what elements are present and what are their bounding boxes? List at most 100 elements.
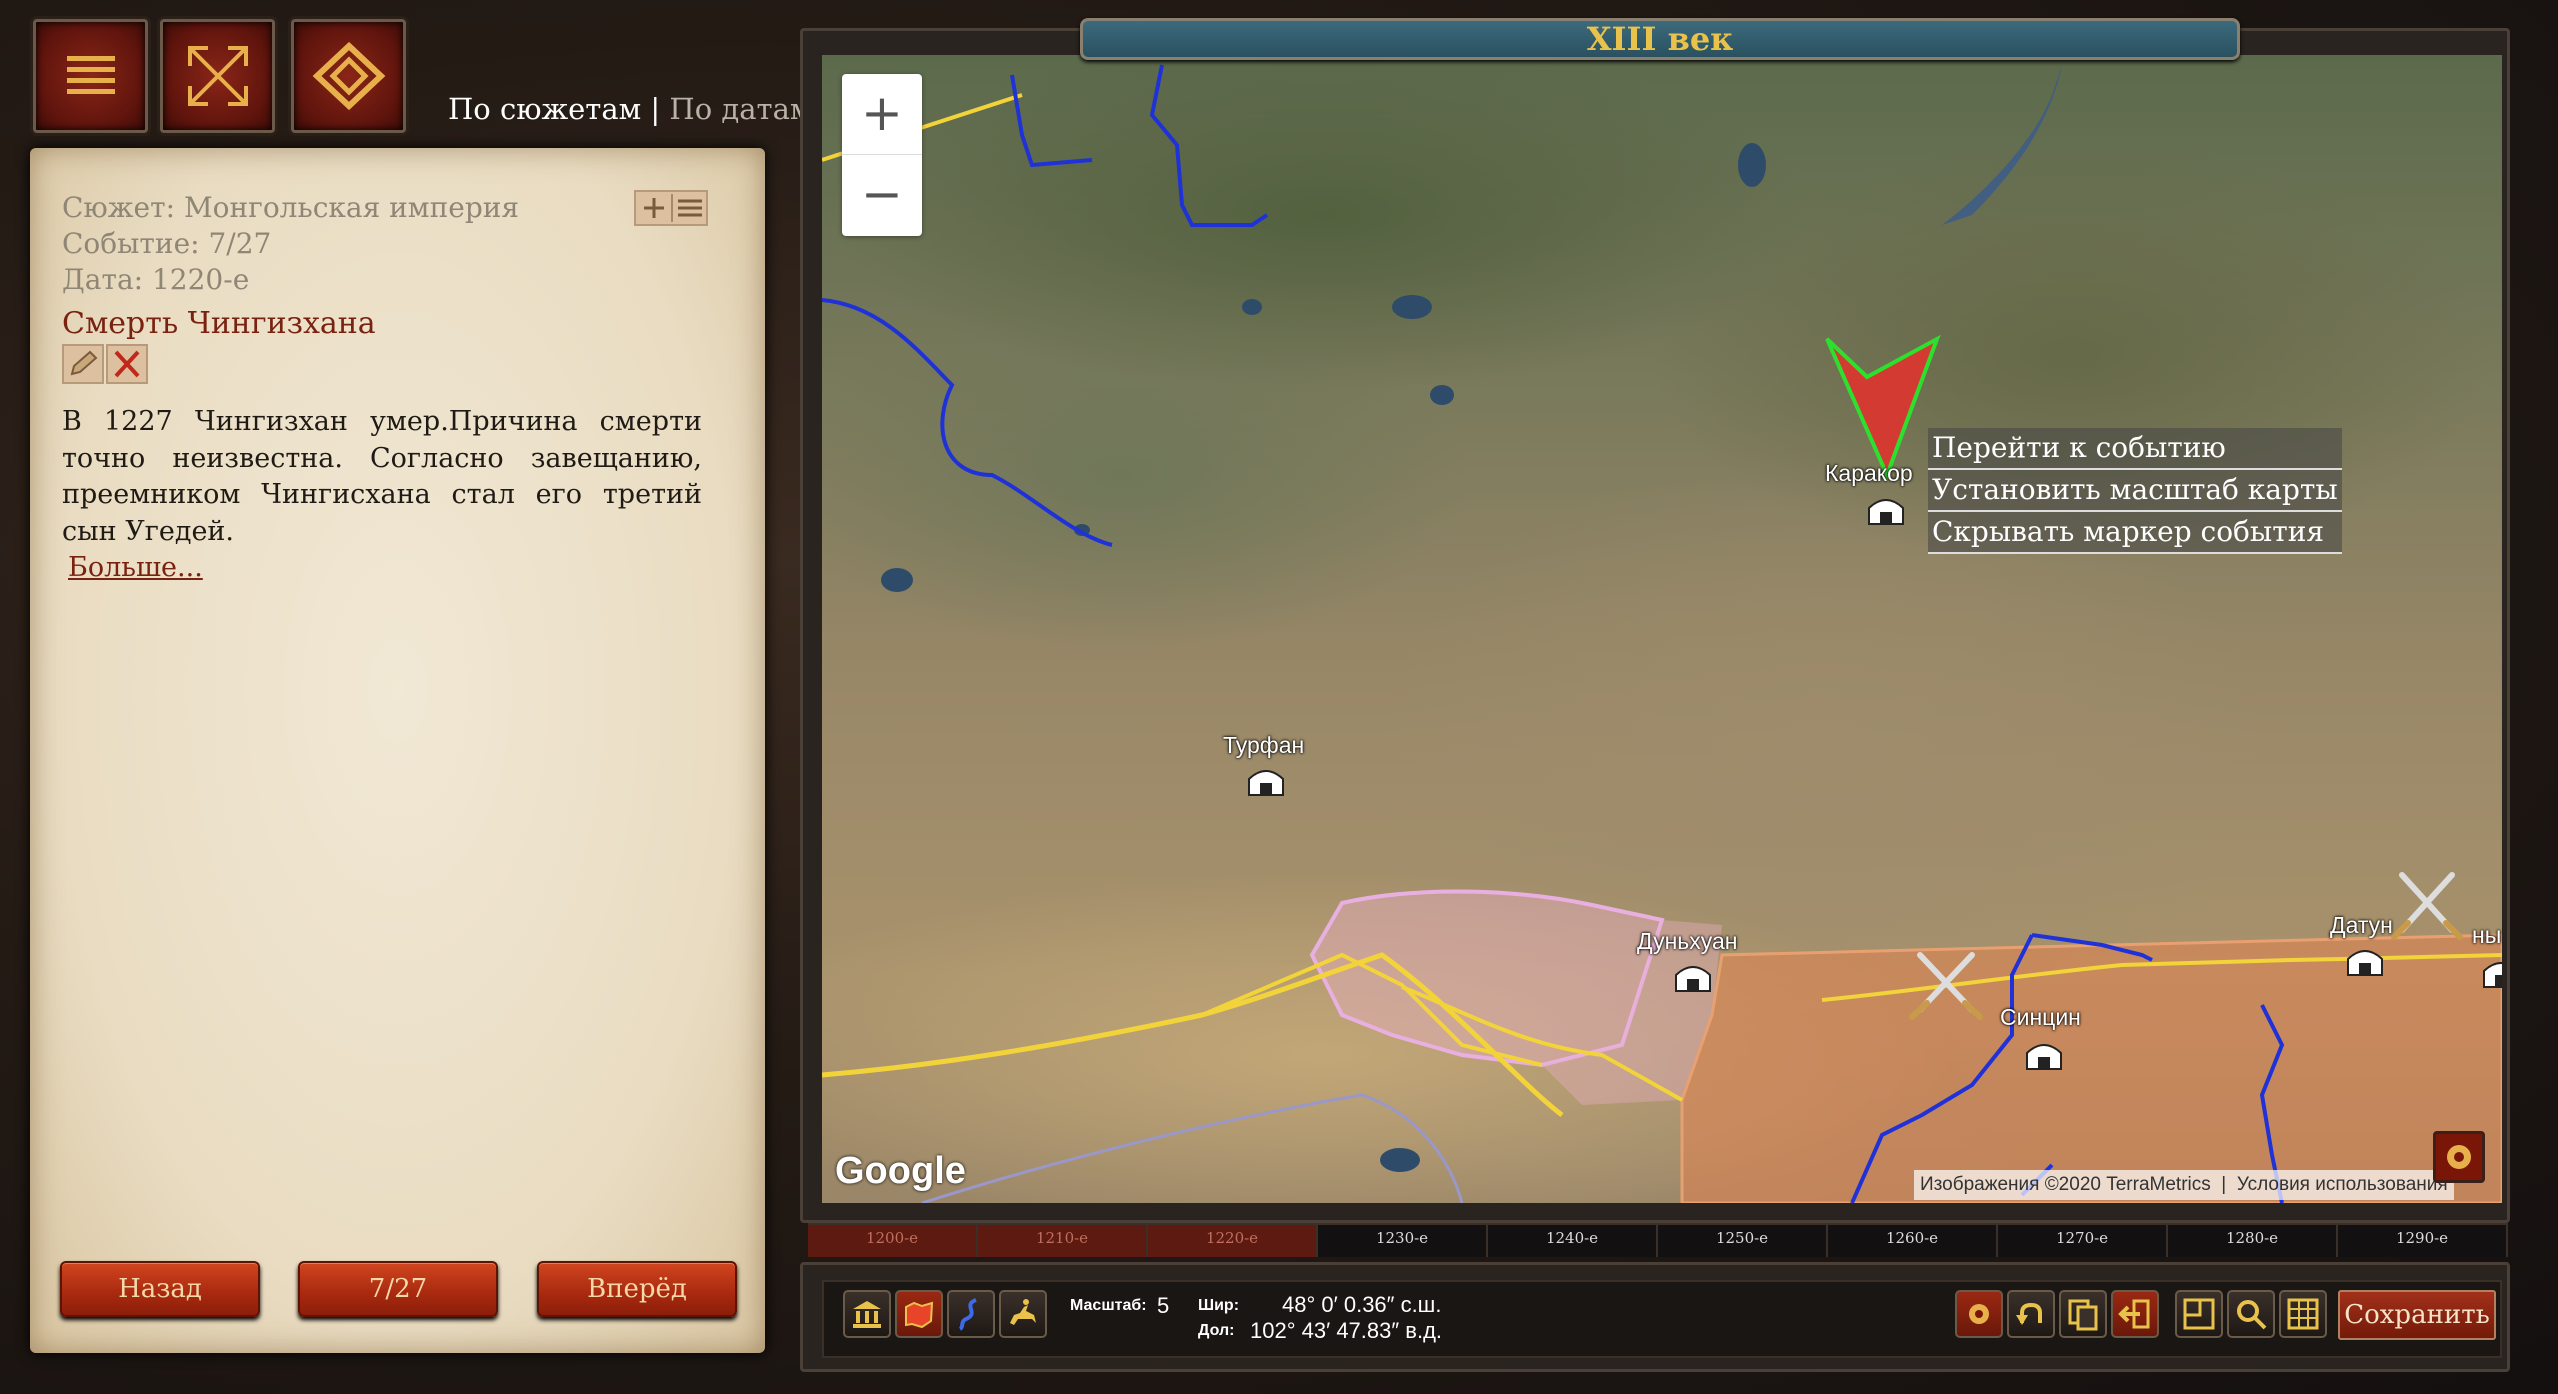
century-header: XIII век	[1080, 18, 2240, 60]
latitude-value: 48° 0′ 0.36″ с.ш.	[1282, 1292, 1442, 1317]
undo-arrow-icon	[2016, 1302, 2042, 1325]
attribution-imagery: Изображения ©2020 TerraMetrics	[1920, 1174, 2211, 1195]
timeline-decade[interactable]: 1250-е	[1658, 1225, 1828, 1257]
timeline-decade[interactable]: 1210-е	[978, 1225, 1148, 1257]
google-logo: Google	[835, 1150, 966, 1192]
grid-button[interactable]	[2279, 1290, 2327, 1338]
map-shape-icon	[905, 1301, 934, 1329]
timeline-decade[interactable]: 1230-е	[1318, 1225, 1488, 1257]
exit-arrow-icon	[2118, 1299, 2150, 1329]
border-blue	[822, 298, 1113, 547]
event-description-text: В 1227 Чингизхан умер.Причина смерти точ…	[62, 406, 702, 547]
timeline-decade[interactable]: 1280-е	[2168, 1225, 2338, 1257]
lake-baikal	[1942, 65, 2062, 225]
plot-label: Сюжет: Монгольская империя	[62, 191, 520, 224]
zoom-in-button[interactable]: +	[842, 74, 922, 155]
menu-item-hide-marker[interactable]: Скрывать маркер события	[1928, 512, 2342, 554]
yurt-icon[interactable]	[2482, 955, 2502, 989]
longitude-label: Дол:	[1198, 1322, 1235, 1339]
map-canvas[interactable]: Каракор Турфан Дуньхуан Синцин Датун ны	[822, 55, 2502, 1203]
exit-button[interactable]	[2111, 1290, 2159, 1338]
longitude-value: 102° 43′ 47.83″ в.д.	[1250, 1318, 1443, 1343]
yurt-icon[interactable]	[1674, 959, 1712, 993]
latitude-label: Шир:	[1198, 1297, 1240, 1314]
save-button[interactable]: Сохранить	[2338, 1290, 2496, 1340]
layout-button[interactable]	[2175, 1290, 2223, 1338]
yurt-icon[interactable]	[2025, 1037, 2063, 1071]
emblem-button[interactable]	[291, 19, 406, 133]
zoom-control: + −	[842, 74, 922, 236]
menu-item-set-map-scale[interactable]: Установить масштаб карты	[1928, 470, 2342, 512]
map-overlays	[822, 64, 2502, 1203]
yurt-icon[interactable]	[2346, 943, 2384, 977]
search-button[interactable]	[2227, 1290, 2275, 1338]
battle-icon	[2391, 872, 2463, 940]
menu-item-go-to-event[interactable]: Перейти к событию	[1928, 428, 2342, 470]
city-turfan[interactable]: Турфан	[1223, 732, 1304, 759]
city-dunhuang[interactable]: Дуньхуан	[1637, 928, 1738, 955]
event-title: Смерть Чингизхана	[62, 306, 376, 341]
city-xining[interactable]: Синцин	[2000, 1004, 2081, 1031]
terms-link[interactable]: Условия использования	[2237, 1174, 2448, 1195]
expand-arrows-icon	[187, 46, 248, 106]
lake	[1392, 295, 1432, 319]
lake	[1738, 143, 1766, 187]
plus-list-icon	[644, 194, 702, 222]
mode-separator: |	[650, 92, 661, 126]
city-partial[interactable]: ны	[2472, 922, 2501, 949]
search-icon	[2237, 1300, 2267, 1330]
horseman-icon	[1010, 1299, 1036, 1325]
add-list-button[interactable]	[634, 190, 708, 226]
city-karakorum[interactable]: Каракор	[1825, 460, 1913, 487]
lake	[881, 568, 913, 592]
city-datong[interactable]: Датун	[2330, 912, 2393, 939]
target-button[interactable]	[1955, 1290, 2003, 1338]
target-icon	[1969, 1304, 1989, 1324]
context-menu: Перейти к событию Установить масштаб кар…	[1928, 428, 2342, 554]
menu-button[interactable]	[33, 19, 148, 133]
mode-by-date[interactable]: По датам	[669, 92, 812, 126]
layer-countries-button[interactable]	[895, 1290, 943, 1338]
edit-button[interactable]	[62, 344, 104, 384]
diamond-eye-icon	[312, 41, 385, 111]
scale-value: 5	[1157, 1293, 1170, 1318]
undo-button[interactable]	[2007, 1290, 2055, 1338]
mode-switch: По сюжетам | По датам	[448, 92, 812, 126]
timeline-decade[interactable]: 1270-е	[1998, 1225, 2168, 1257]
mode-by-plot[interactable]: По сюжетам	[448, 92, 641, 126]
fullscreen-button[interactable]	[160, 19, 275, 133]
event-marker	[1825, 334, 1941, 481]
event-counter-button[interactable]: 7/27	[298, 1261, 498, 1317]
copy-button[interactable]	[2059, 1290, 2107, 1338]
timeline-decade[interactable]: 1260-е	[1828, 1225, 1998, 1257]
temple-icon	[853, 1301, 881, 1328]
yurt-icon[interactable]	[1247, 763, 1285, 797]
pencil-icon	[70, 350, 98, 376]
more-link[interactable]: Больше...	[68, 552, 203, 583]
hamburger-icon	[66, 56, 115, 94]
timeline-decade[interactable]: 1200-е	[808, 1225, 978, 1257]
forward-button[interactable]: Вперёд	[537, 1261, 737, 1317]
map-attribution: Изображения ©2020 TerraMetrics | Условия…	[1914, 1170, 2454, 1200]
back-button[interactable]: Назад	[60, 1261, 260, 1317]
delete-button[interactable]	[106, 344, 148, 384]
target-icon	[2447, 1145, 2471, 1169]
event-index: Событие: 7/27	[62, 227, 272, 260]
border-violet	[921, 1093, 1464, 1203]
layer-cities-button[interactable]	[843, 1290, 891, 1338]
river-icon	[958, 1298, 977, 1331]
zoom-out-button[interactable]: −	[842, 155, 922, 236]
layout-icon	[2183, 1298, 2215, 1330]
layer-rivers-button[interactable]	[947, 1290, 995, 1338]
timeline-decade[interactable]: 1290-е	[2338, 1225, 2508, 1257]
lake	[1380, 1148, 1420, 1172]
scale-label: Масштаб:	[1070, 1297, 1147, 1314]
map-options-button[interactable]	[2433, 1131, 2485, 1183]
yurt-icon[interactable]	[1867, 492, 1905, 526]
lake	[1242, 299, 1262, 315]
timeline-decade[interactable]: 1240-е	[1488, 1225, 1658, 1257]
border-blue	[1010, 74, 1093, 168]
timeline-decade[interactable]: 1220-е	[1148, 1225, 1318, 1257]
layer-campaigns-button[interactable]	[999, 1290, 1047, 1338]
grid-icon	[2287, 1298, 2319, 1330]
